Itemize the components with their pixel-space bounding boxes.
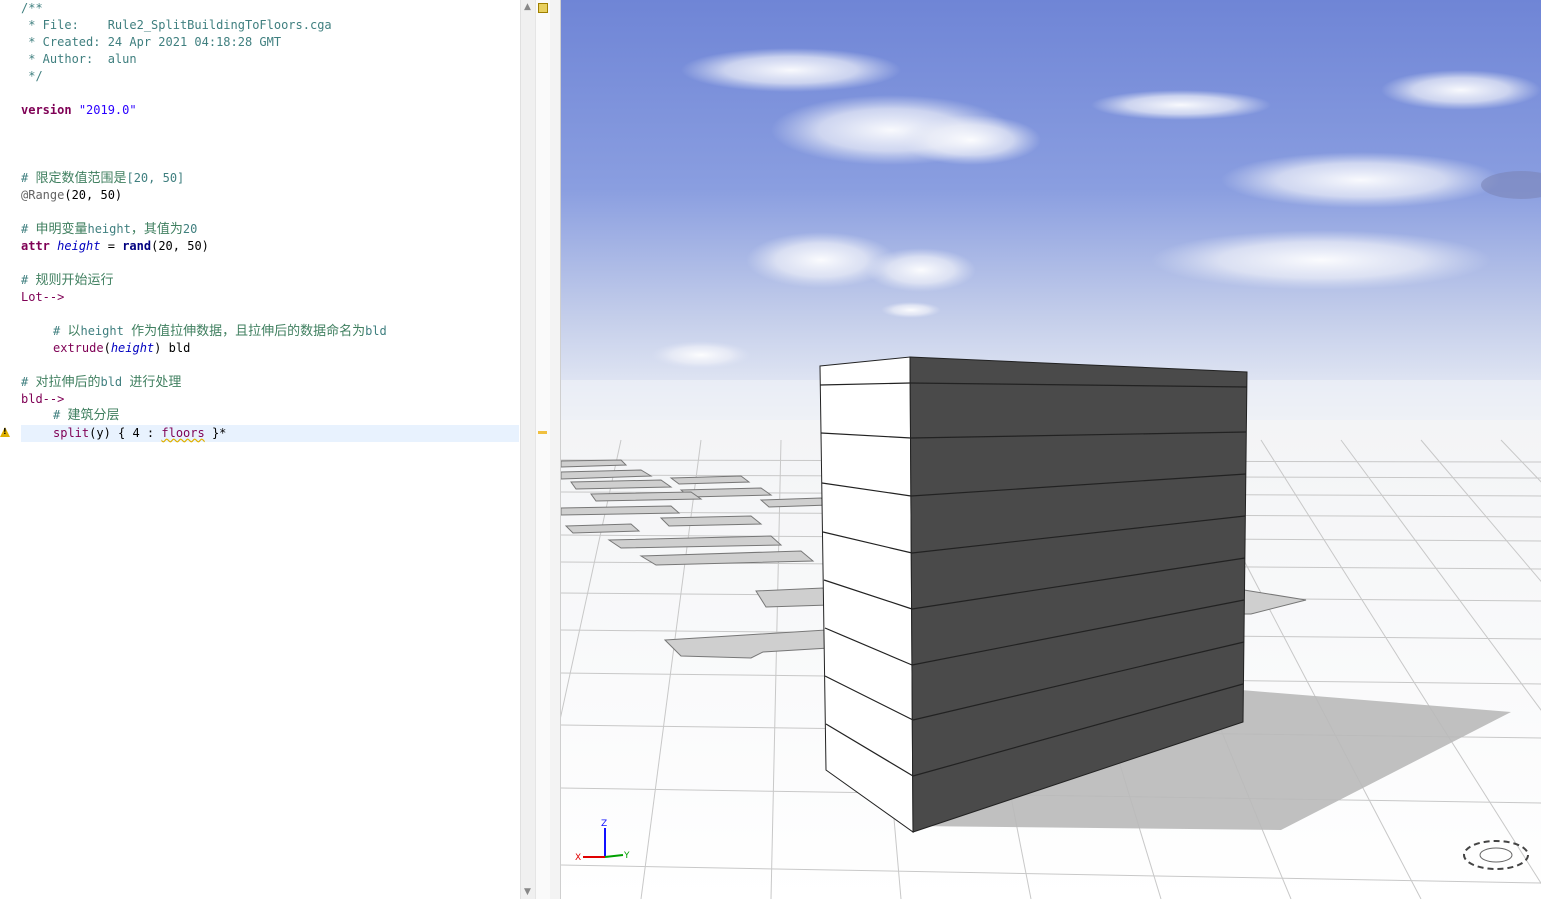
comment-hash: # [53,324,68,338]
header-comment-end: */ [21,69,43,83]
version-string: "2019.0" [78,103,137,117]
attr-eq: = [100,239,123,253]
comment-range: [20, 50] [126,171,185,185]
attr-line: attr height = rand(20, 50) [21,238,209,255]
rand-args: (20, 50) [151,239,209,253]
cga-code-editor[interactable]: /** * File: Rule2_SplitBuildingToFloors.… [0,0,520,899]
overview-status-icon[interactable] [538,3,548,13]
scroll-up-icon[interactable]: ▲ [524,2,531,12]
comment-var: height [80,324,124,338]
scene-svg: Z X Y [561,0,1541,899]
header-comment-line: /** [21,1,43,15]
axis-x-label: X [575,853,581,863]
range-annotation-line: @Range(20, 50) [21,187,122,204]
attr-keyword: attr [21,239,50,253]
extrude-line: extrude(height) bld [53,340,190,357]
editor-vertical-scrollbar[interactable]: ▲ ▼ [520,0,535,899]
comment-text: 规则开始运行 [35,273,114,288]
version-line: version "2019.0" [21,102,137,119]
split-floors-warning[interactable]: floors [161,426,204,440]
extrude-rest: ) bld [154,341,191,355]
comment-text: ，其值为 [130,222,183,237]
split-args: (y) { 4 : [89,426,162,440]
extrude-arg: height [110,341,155,355]
comment-text: 建筑分层 [67,408,120,423]
comment-text: 进行处理 [129,375,182,390]
warning-icon[interactable] [0,427,10,437]
split-line[interactable]: split(y) { 4 : floors }* [53,425,226,442]
split-end: }* [204,426,227,440]
range-args: (20, 50) [64,188,123,202]
comment-name: bld [365,324,387,338]
range-annotation: @Range [21,188,65,202]
header-comment-author: * Author: alun [21,52,137,66]
overview-ruler[interactable] [535,0,550,899]
comment-hash: # [21,222,36,236]
extrude-comment-line: # 以height 作为值拉伸数据，且拉伸后的数据命名为bld [53,323,387,340]
axis-y-label: Y [623,851,630,861]
comment-text: 以 [67,324,81,339]
rand-function: rand [122,239,152,253]
comment-hash: # [53,408,68,422]
comment-hash: # [21,171,36,185]
axis-z-label: Z [601,819,607,829]
range-comment-line: # 限定数值范围是[20, 50] [21,170,184,187]
comment-name: bld [100,375,123,389]
attr-name: height [57,239,101,253]
split-comment-line: # 建筑分层 [53,407,119,424]
extrude-function: extrude [53,341,104,355]
lot-rule-line: Lot--> [21,290,65,304]
warning-ruler-marker[interactable] [538,431,547,434]
comment-hash: # [21,273,36,287]
comment-hash: # [21,375,36,389]
bld-comment-line: # 对拉伸后的bld 进行处理 [21,374,181,391]
comment-text: 申明变量 [35,222,88,237]
split-function: split [53,426,90,440]
header-comment-file: * File: Rule2_SplitBuildingToFloors.cga [21,18,332,32]
bld-rule-line: bld--> [21,392,65,406]
scroll-down-icon[interactable]: ▼ [524,887,531,897]
start-comment-line: # 规则开始运行 [21,272,113,289]
panel-splitter[interactable] [550,0,561,899]
version-keyword: version [21,103,72,117]
comment-num: 20 [182,222,198,236]
comment-text: 对拉伸后的 [35,375,101,390]
attr-comment-line: # 申明变量height，其值为20 [21,221,197,238]
comment-var: height [87,222,131,236]
extrude-open: ( [103,341,111,355]
comment-text: 作为值拉伸数据，且拉伸后的数据命名为 [131,324,366,339]
comment-text: 限定数值范围是 [35,171,127,186]
3d-viewport[interactable]: Z X Y [561,0,1541,899]
header-comment-created: * Created: 24 Apr 2021 04:18:28 GMT [21,35,282,49]
